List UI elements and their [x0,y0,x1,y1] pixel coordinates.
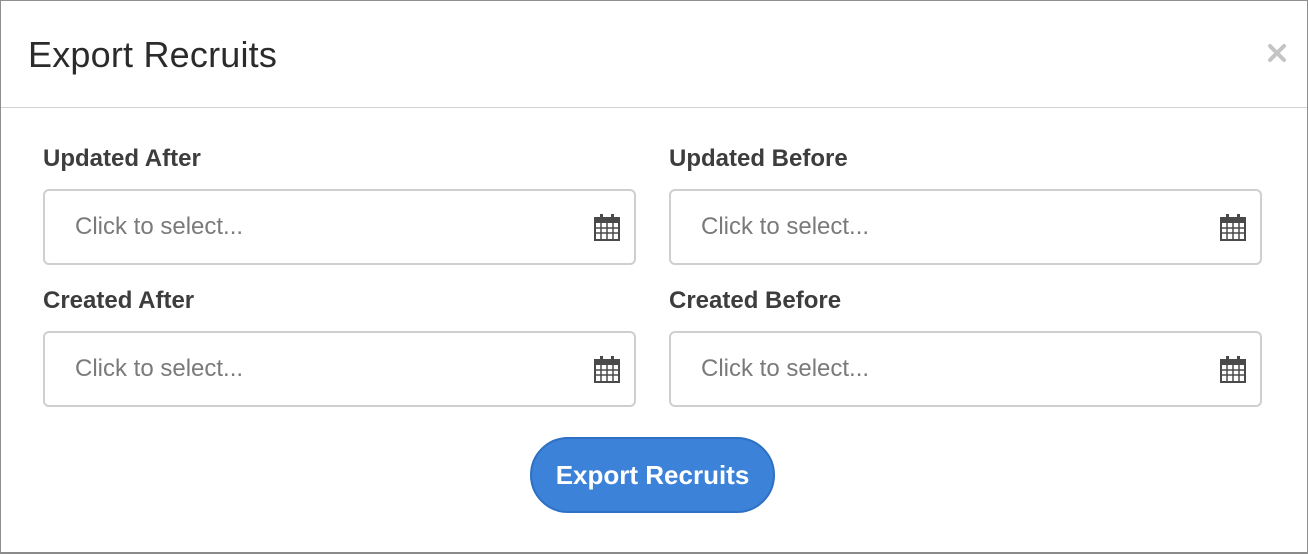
export-recruits-modal: Export Recruits Updated After Updated Be… [0,0,1308,554]
updated-after-field[interactable] [43,189,636,265]
updated-before-field[interactable] [669,189,1262,265]
calendar-icon [1220,356,1246,383]
created-before-field[interactable] [669,331,1262,407]
calendar-icon [594,356,620,383]
created-before-label: Created Before [669,287,842,314]
updated-before-input[interactable] [671,191,1211,263]
modal-header: Export Recruits [1,1,1307,108]
created-after-label: Created After [43,287,195,314]
updated-after-label: Updated After [43,145,201,172]
calendar-icon [594,214,620,241]
close-icon [1268,44,1286,62]
export-recruits-button[interactable]: Export Recruits [530,437,775,513]
created-after-input[interactable] [45,333,585,405]
created-after-field[interactable] [43,331,636,407]
updated-after-input[interactable] [45,191,585,263]
calendar-icon [1220,214,1246,241]
close-button[interactable] [1265,41,1289,65]
modal-title: Export Recruits [28,34,278,75]
updated-before-label: Updated Before [669,145,848,172]
created-before-input[interactable] [671,333,1211,405]
